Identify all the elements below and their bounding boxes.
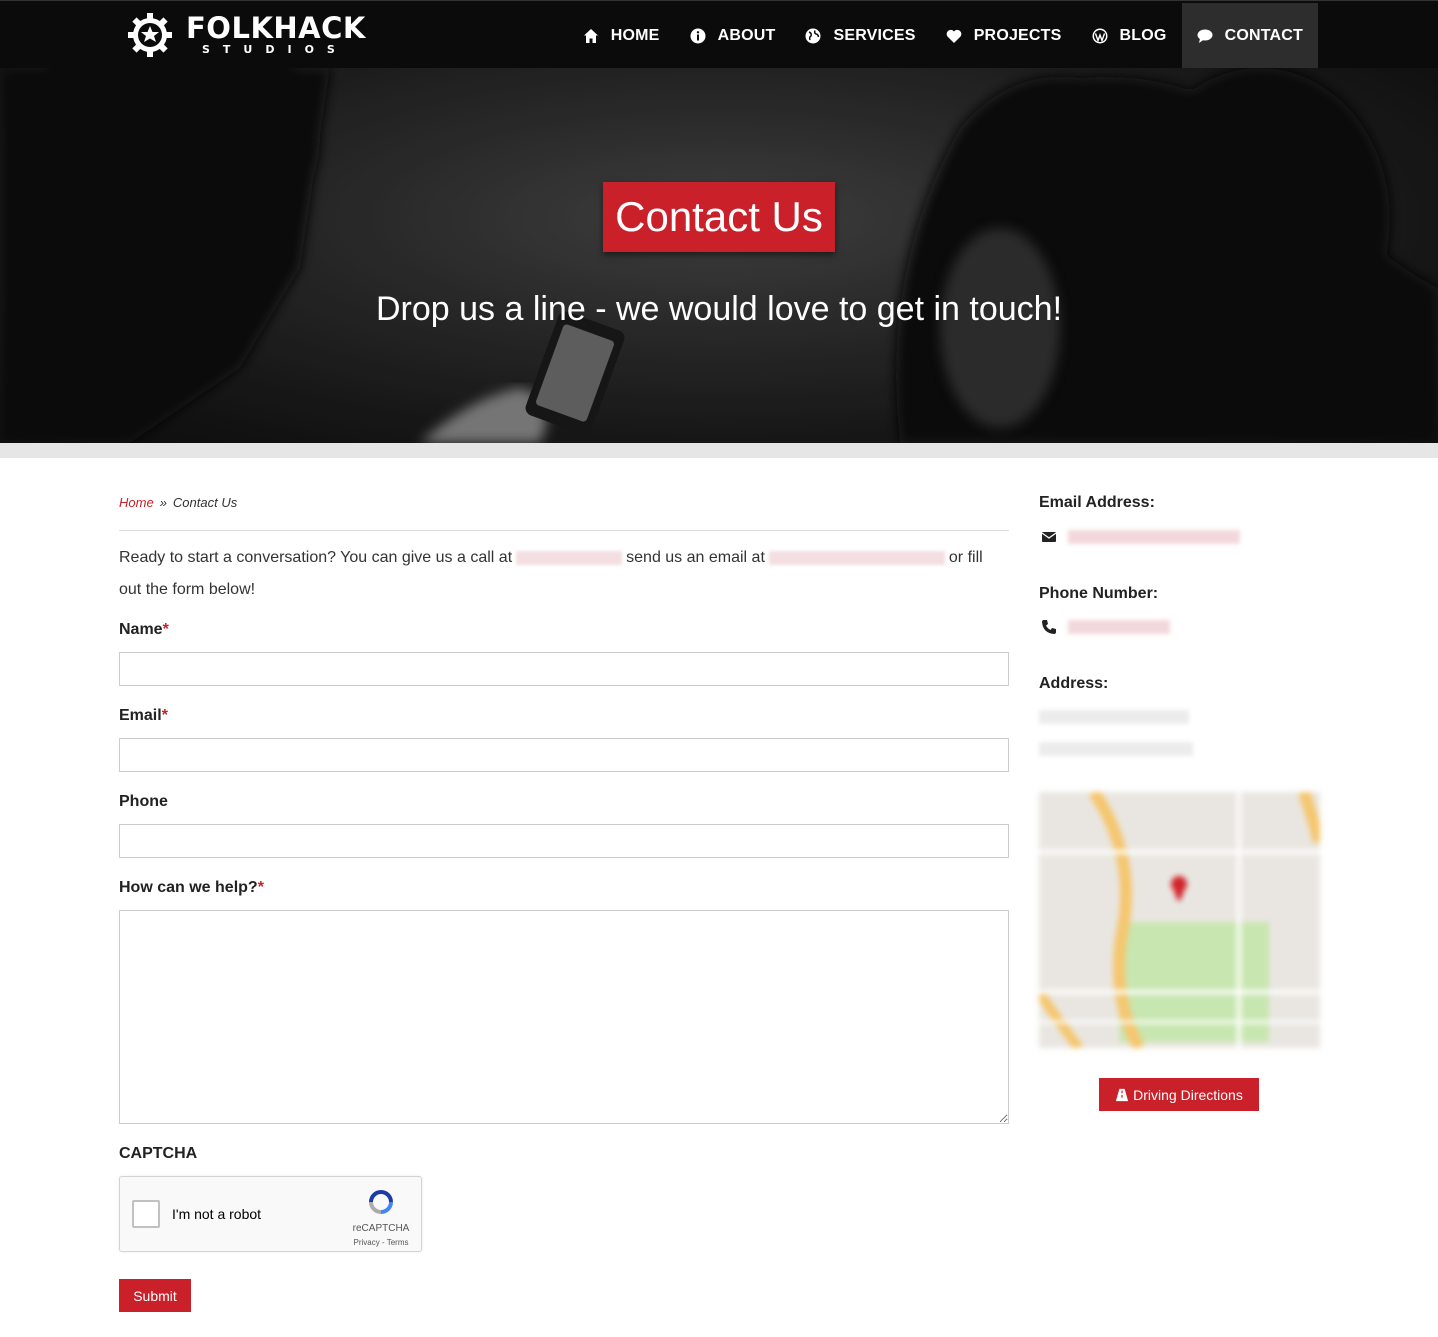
main-menu: HOME ABOUT SERVICES PROJECTS BLOG CONTAC… [568, 3, 1318, 68]
phone-label: Phone [119, 793, 168, 810]
required-mark: * [162, 621, 169, 638]
breadcrumb: Home » Contact Us [119, 495, 237, 510]
recaptcha-terms-link[interactable]: Privacy - Terms [336, 1238, 426, 1247]
submit-button[interactable]: Submit [119, 1279, 191, 1312]
page-subtitle: Drop us a line - we would love to get in… [375, 290, 1063, 328]
captcha-label: CAPTCHA [119, 1145, 198, 1162]
recaptcha-widget: I'm not a robot reCAPTCHA Privacy - Term… [119, 1176, 422, 1252]
wordpress-icon [1092, 28, 1108, 43]
heart-icon [946, 29, 962, 43]
email-input[interactable] [119, 738, 1009, 772]
nav-item-contact-label: CONTACT [1224, 26, 1303, 44]
nav-item-about[interactable]: ABOUT [675, 3, 791, 68]
logo-title: FOLKHACK [186, 11, 366, 45]
phone-input[interactable] [119, 824, 1009, 858]
comment-icon [1197, 29, 1213, 43]
redacted-email-address[interactable] [1068, 530, 1240, 544]
redacted-phone-number[interactable] [1068, 620, 1170, 634]
email-heading: Email Address: [1039, 494, 1155, 511]
message-textarea[interactable] [119, 910, 1009, 1124]
name-input[interactable] [119, 652, 1009, 686]
logo-subtitle: STUDIOS [202, 43, 348, 56]
nav-item-blog[interactable]: BLOG [1077, 3, 1182, 68]
hero-background-photo [0, 68, 1438, 443]
info-icon [690, 28, 706, 43]
name-label: Name* [119, 621, 169, 638]
intro-paragraph: Ready to start a conversation? You can g… [119, 542, 1009, 606]
recaptcha-label: I'm not a robot [172, 1206, 262, 1222]
driving-directions-label: Driving Directions [1133, 1086, 1243, 1103]
phone-icon [1042, 620, 1056, 634]
address-heading: Address: [1039, 675, 1109, 692]
intro-text-2: send us an email at [626, 549, 765, 566]
intro-text-1: Ready to start a conversation? You can g… [119, 549, 513, 566]
nav-item-projects[interactable]: PROJECTS [931, 3, 1077, 68]
gear-logo-icon [128, 13, 172, 57]
envelope-icon [1041, 532, 1057, 542]
nav-item-home[interactable]: HOME [568, 3, 675, 68]
nav-item-contact[interactable]: CONTACT [1181, 3, 1318, 68]
home-icon [583, 28, 598, 43]
top-navbar: FOLKHACK STUDIOS HOME ABOUT SERVICES PRO… [0, 0, 1438, 68]
page-title: Contact Us [603, 182, 835, 252]
recaptcha-logo-icon [369, 1190, 393, 1214]
recaptcha-brand: reCAPTCHA [352, 1223, 410, 1234]
required-mark: * [257, 879, 264, 896]
location-map[interactable] [1039, 792, 1320, 1048]
email-label: Email* [119, 707, 168, 724]
road-icon [1116, 1088, 1129, 1101]
breadcrumb-home-link[interactable]: Home [119, 495, 154, 510]
breadcrumb-current: Contact Us [172, 495, 238, 510]
nav-item-blog-label: BLOG [1119, 26, 1167, 44]
breadcrumb-divider [119, 530, 1009, 531]
redacted-address-line-2 [1039, 742, 1193, 756]
redacted-email-link[interactable] [768, 550, 945, 565]
hero-divider-band [0, 443, 1438, 458]
nav-item-home-label: HOME [610, 26, 660, 44]
map-graphic [1039, 792, 1320, 1048]
phone-heading: Phone Number: [1039, 585, 1159, 602]
help-label: How can we help?* [119, 879, 264, 896]
redacted-address-line-1 [1039, 710, 1189, 724]
driving-directions-button[interactable]: Driving Directions [1099, 1078, 1259, 1111]
nav-item-projects-label: PROJECTS [973, 26, 1062, 44]
nav-item-services[interactable]: SERVICES [790, 3, 930, 68]
redacted-phone-link[interactable] [516, 550, 623, 565]
nav-item-about-label: ABOUT [717, 26, 776, 44]
nav-item-services-label: SERVICES [833, 26, 916, 44]
globe-icon [805, 28, 821, 43]
hero-banner: Contact Us Drop us a line - we would lov… [0, 68, 1438, 443]
recaptcha-checkbox[interactable] [132, 1200, 160, 1228]
breadcrumb-separator: » [159, 495, 167, 510]
site-logo[interactable]: FOLKHACK STUDIOS [126, 11, 366, 59]
required-mark: * [161, 707, 168, 724]
